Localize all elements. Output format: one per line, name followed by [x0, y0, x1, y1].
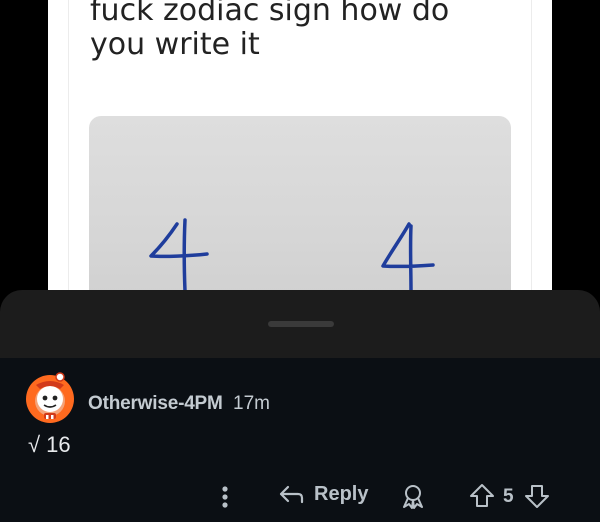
reply-arrow-icon [279, 485, 304, 504]
comment-timestamp: 17m [233, 393, 270, 414]
sheet-drag-handle[interactable] [268, 321, 334, 327]
downvote-arrow-icon [525, 485, 549, 508]
comment-username[interactable]: Otherwise-4PM [88, 393, 223, 415]
post-card: fuck zodiac sign how do you write it [48, 0, 552, 300]
bottom-sheet [0, 290, 600, 360]
post-image[interactable] [89, 116, 511, 300]
more-vertical-icon [222, 486, 228, 508]
snoo-avatar-icon [26, 372, 74, 423]
comment-actions: Reply 5 [0, 480, 600, 516]
reply-button[interactable]: Reply [278, 482, 368, 506]
handwritten-four-right [381, 222, 435, 293]
downvote-button[interactable] [523, 482, 551, 510]
comment-body: √ 16 [28, 432, 71, 457]
post-title: fuck zodiac sign how do you write it [90, 0, 450, 62]
award-icon [403, 485, 423, 509]
avatar[interactable] [22, 369, 78, 425]
upvote-button[interactable] [468, 482, 496, 510]
handwritten-four-left [149, 218, 209, 293]
card-divider [531, 0, 532, 300]
card-divider [68, 0, 69, 300]
award-button[interactable] [399, 482, 427, 510]
vote-count: 5 [503, 486, 514, 507]
upvote-arrow-icon [470, 484, 494, 507]
more-options-button[interactable] [218, 483, 232, 511]
reply-label: Reply [314, 482, 369, 505]
